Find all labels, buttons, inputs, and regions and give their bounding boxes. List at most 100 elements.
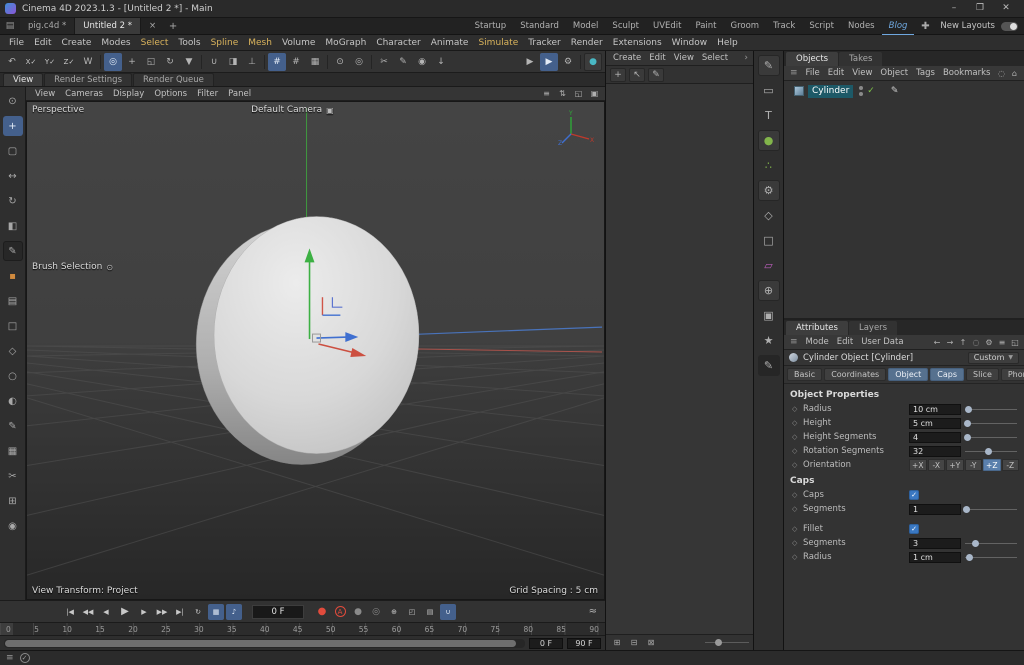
middle-menu-item[interactable]: Create: [609, 53, 645, 63]
rotate-tool-icon[interactable]: ↻: [161, 53, 179, 71]
key-diamond-icon[interactable]: ◇: [792, 505, 799, 513]
attribute-tab[interactable]: Object: [888, 368, 928, 381]
viewport-menu-icon[interactable]: ≡: [540, 88, 553, 100]
organic-sphere-icon[interactable]: ●: [758, 130, 780, 151]
orientation-button[interactable]: -Z: [1002, 459, 1020, 471]
menu-item[interactable]: Tracker: [523, 38, 565, 48]
drop-to-floor-icon[interactable]: ↓: [432, 53, 450, 71]
add-item-button[interactable]: +: [610, 68, 626, 82]
key-diamond-icon[interactable]: ◇: [792, 525, 799, 533]
forward-arrow-icon[interactable]: →: [944, 336, 956, 348]
layout-tab[interactable]: UVEdit: [646, 18, 689, 35]
axis-x-lock[interactable]: X✓: [22, 53, 40, 71]
next-frame-button[interactable]: ▶: [136, 604, 152, 620]
goto-start-button[interactable]: |◀: [62, 604, 78, 620]
middle-panel-body[interactable]: [606, 84, 753, 634]
gear-icon[interactable]: ⚙: [758, 180, 780, 201]
tag-pen-icon[interactable]: ✎: [891, 86, 899, 96]
burger-icon[interactable]: ≡: [787, 68, 801, 78]
pen-tool-icon[interactable]: ✎: [3, 416, 23, 436]
menu-item[interactable]: Help: [712, 38, 743, 48]
menu-item[interactable]: Spline: [206, 38, 244, 48]
search-icon[interactable]: ◌: [995, 67, 1007, 79]
render-picture-viewer-icon[interactable]: ▶: [540, 53, 558, 71]
attribute-tab[interactable]: Coordinates: [824, 368, 886, 381]
viewport-menu-item[interactable]: Display: [108, 89, 149, 99]
attribute-tab[interactable]: Basic: [787, 368, 822, 381]
mirror-tool-icon[interactable]: ◨: [224, 53, 242, 71]
orientation-button[interactable]: -X: [928, 459, 946, 471]
viewport-menu-item[interactable]: Options: [149, 89, 192, 99]
menu-item[interactable]: Volume: [277, 38, 320, 48]
mirror-tool-icon[interactable]: ↔: [3, 166, 23, 186]
fillet-segments-slider[interactable]: [965, 538, 1019, 548]
sphere-tool-icon[interactable]: ○: [3, 366, 23, 386]
key-diamond-icon[interactable]: ◇: [792, 419, 799, 427]
zoom-tool-icon[interactable]: ⊙: [3, 91, 23, 111]
auto-mode-icon[interactable]: ◉: [413, 53, 431, 71]
slider-thumb[interactable]: [964, 420, 971, 427]
goto-end-button[interactable]: ▶|: [172, 604, 188, 620]
toolbar-icon[interactable]: [100, 55, 101, 69]
fillet-checkbox[interactable]: [909, 524, 919, 534]
range-end-field[interactable]: 90 F: [567, 638, 601, 649]
toolbar-icon[interactable]: [264, 55, 265, 69]
region-button[interactable]: ◰: [404, 604, 420, 620]
objects-menu-item[interactable]: View: [848, 68, 876, 78]
move-tool-icon[interactable]: +: [3, 116, 23, 136]
viewport-popout-icon[interactable]: ◱: [572, 88, 585, 100]
objects-menu-item[interactable]: Bookmarks: [939, 68, 995, 78]
menu-item[interactable]: Mesh: [243, 38, 277, 48]
editor-visibility-dot[interactable]: [859, 86, 863, 90]
menu-item[interactable]: Animate: [426, 38, 474, 48]
enabled-check-icon[interactable]: ✓: [867, 86, 875, 96]
axis-snap-icon[interactable]: ◎: [350, 53, 368, 71]
planes-icon[interactable]: ▱: [758, 255, 780, 276]
document-tab[interactable]: Untitled 2 *: [75, 18, 141, 34]
close-tab-button[interactable]: ×: [141, 18, 164, 34]
current-frame-field[interactable]: 0 F: [252, 605, 304, 619]
panel-tab[interactable]: Attributes: [786, 321, 848, 335]
tag-pen-icon[interactable]: ✎: [758, 55, 780, 76]
sound-toggle-button[interactable]: ♪: [226, 604, 242, 620]
layout-tab[interactable]: Groom: [724, 18, 767, 35]
large-view-icon[interactable]: ⊠: [644, 637, 658, 649]
viewport-menu-item[interactable]: Filter: [192, 89, 223, 99]
toolbar-icon[interactable]: [201, 55, 202, 69]
maximize-button[interactable]: ❐: [967, 0, 993, 17]
live-selection-tool[interactable]: ◎: [104, 53, 122, 71]
orientation-button[interactable]: +Y: [946, 459, 964, 471]
add-document-button[interactable]: +: [164, 18, 182, 34]
key-diamond-icon[interactable]: ◇: [792, 447, 799, 455]
middle-menu-item[interactable]: Edit: [645, 53, 669, 63]
height-segments-slider[interactable]: [965, 432, 1019, 442]
objects-menu-item[interactable]: Tags: [912, 68, 939, 78]
fillet-segments-field[interactable]: 3: [909, 538, 961, 549]
caps-checkbox[interactable]: [909, 490, 919, 500]
menu-item[interactable]: Select: [136, 38, 174, 48]
timeline-ruler[interactable]: 051015202530354045505560657075808590: [0, 622, 605, 635]
render-view-icon[interactable]: ▶: [521, 53, 539, 71]
toolbar-icon[interactable]: [580, 55, 581, 69]
menu-item[interactable]: Simulate: [473, 38, 523, 48]
text-tool-icon[interactable]: T: [758, 105, 780, 126]
last-tool-icon[interactable]: ▼: [180, 53, 198, 71]
toolbar-icon[interactable]: [371, 55, 372, 69]
height-slider[interactable]: [965, 418, 1019, 428]
anchor-tool-icon[interactable]: ⊥: [243, 53, 261, 71]
slider-thumb[interactable]: [972, 540, 979, 547]
star-icon[interactable]: ★: [758, 330, 780, 351]
preview-size-slider[interactable]: [705, 638, 749, 648]
viewport-menu-item[interactable]: Panel: [223, 89, 256, 99]
rotation-segments-field[interactable]: 32: [909, 446, 961, 457]
minimize-button[interactable]: –: [941, 0, 967, 17]
menu-overflow-icon[interactable]: ›: [744, 53, 750, 63]
back-arrow-icon[interactable]: ←: [931, 336, 943, 348]
middle-menu-item[interactable]: View: [670, 53, 698, 63]
layout-tab[interactable]: Script: [802, 18, 841, 35]
simulation-sphere-icon[interactable]: ●: [584, 53, 602, 71]
polygon-pen-icon[interactable]: ✎: [394, 53, 412, 71]
pick-arrow-icon[interactable]: ↖: [629, 68, 645, 82]
cap-segments-field[interactable]: 1: [909, 504, 961, 515]
panel-tab[interactable]: Takes: [839, 52, 882, 66]
